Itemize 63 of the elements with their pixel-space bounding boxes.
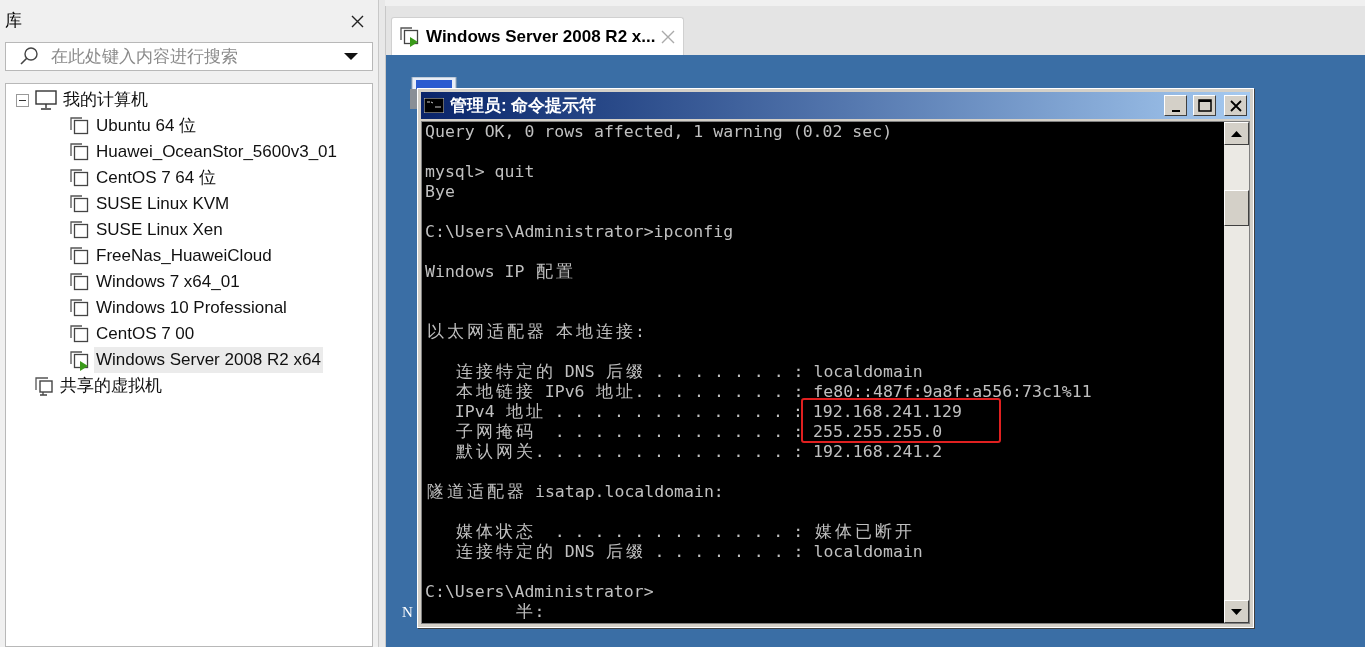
- scroll-thumb[interactable]: [1224, 190, 1249, 226]
- tree-item[interactable]: SUSE Linux Xen: [94, 217, 225, 243]
- vm-icon: [70, 167, 90, 189]
- console-line: Bye: [425, 182, 456, 202]
- console-line: C:\Users\Administrator>: [425, 582, 655, 602]
- console-line: Windows IP 配置: [425, 262, 574, 282]
- minimize-icon: [1171, 109, 1180, 112]
- monitor-icon: [35, 90, 57, 110]
- tree-item[interactable]: 共享的虚拟机: [60, 373, 162, 399]
- console-line: 连接特定的 DNS 后缀 . . . . . . . : localdomain: [455, 362, 924, 382]
- console-line: mysql> quit: [425, 162, 536, 182]
- tree-item[interactable]: CentOS 7 64 位: [94, 165, 218, 191]
- scroll-up-button[interactable]: [1224, 122, 1249, 145]
- maximize-button[interactable]: [1193, 95, 1216, 116]
- down-arrow-icon: [1231, 608, 1242, 615]
- tree-item[interactable]: Windows 10 Professional: [94, 295, 289, 321]
- desktop-icon-label: N: [402, 603, 413, 622]
- tree-item[interactable]: 我的计算机: [63, 87, 148, 113]
- dropdown-caret-icon: [344, 53, 358, 60]
- console-line: 本地链接 IPv6 地址. . . . . . . . : fe80::487f:9a8f:a556:73c1%11: [455, 382, 1093, 402]
- vm-icon: [70, 115, 90, 137]
- vm-icon: [70, 245, 90, 267]
- running-vm-icon: [400, 26, 420, 47]
- scrollbar[interactable]: [1224, 122, 1249, 623]
- console-line: 媒体状态 . . . . . . . . . . . . : 媒体已断开: [455, 522, 913, 542]
- tab[interactable]: Windows Server 2008 R2 x...: [391, 17, 685, 55]
- tree-item[interactable]: Ubuntu 64 位: [94, 113, 199, 139]
- minimize-button[interactable]: [1164, 95, 1187, 116]
- vm-icon: [70, 141, 90, 163]
- collapse-toggle[interactable]: [16, 93, 29, 107]
- running-vm-icon: [70, 349, 90, 371]
- tree-item[interactable]: CentOS 7 00: [94, 321, 197, 347]
- search-icon: [20, 47, 39, 66]
- console-line: IPv4 地址 . . . . . . . . . . . . : 192.168.241.129: [453, 402, 963, 422]
- search-box[interactable]: 在此处键入内容进行搜索: [5, 42, 373, 71]
- tree-item[interactable]: Windows Server 2008 R2 x64: [94, 347, 323, 373]
- console-line: Query OK, 0 rows affected, 1 warning (0.02 sec): [425, 122, 894, 142]
- up-arrow-icon: [1231, 130, 1242, 137]
- tree-item[interactable]: Windows 7 x64_01: [94, 269, 242, 295]
- console-line: 隧道适配器 isatap.localdomain:: [425, 482, 725, 502]
- tree-item[interactable]: Huawei_OceanStor_5600v3_01: [94, 139, 339, 165]
- maximize-icon: [1195, 97, 1214, 114]
- tree-item[interactable]: SUSE Linux KVM: [94, 191, 232, 217]
- scroll-down-button[interactable]: [1224, 600, 1249, 623]
- console-line: 半:: [514, 602, 546, 622]
- console-line: 连接特定的 DNS 后缀 . . . . . . . : localdomain: [455, 542, 924, 562]
- panel-title: 库: [5, 10, 22, 33]
- vm-icon: [70, 297, 90, 319]
- search-field[interactable]: 在此处键入内容进行搜索: [51, 43, 332, 70]
- console-line: C:\Users\Administrator>ipconfig: [425, 222, 735, 242]
- vm-icon: [70, 323, 90, 345]
- window-title: 管理员: 命令提示符: [450, 94, 598, 117]
- close-icon: [350, 14, 364, 28]
- shared-vm-icon: [35, 376, 54, 396]
- console-line: 默认网关. . . . . . . . . . . . . : 192.168.241.2: [455, 442, 944, 462]
- console-icon: [424, 98, 444, 113]
- console-line: 子网掩码 . . . . . . . . . . . . : 255.255.255.0: [455, 422, 944, 442]
- vm-icon: [70, 193, 90, 215]
- vm-icon: [70, 219, 90, 241]
- console-line: 以太网适配器 本地连接:: [425, 322, 646, 342]
- vm-icon: [70, 271, 90, 293]
- close-button[interactable]: [1224, 95, 1247, 116]
- tree-item[interactable]: FreeNas_HuaweiCloud: [94, 243, 274, 269]
